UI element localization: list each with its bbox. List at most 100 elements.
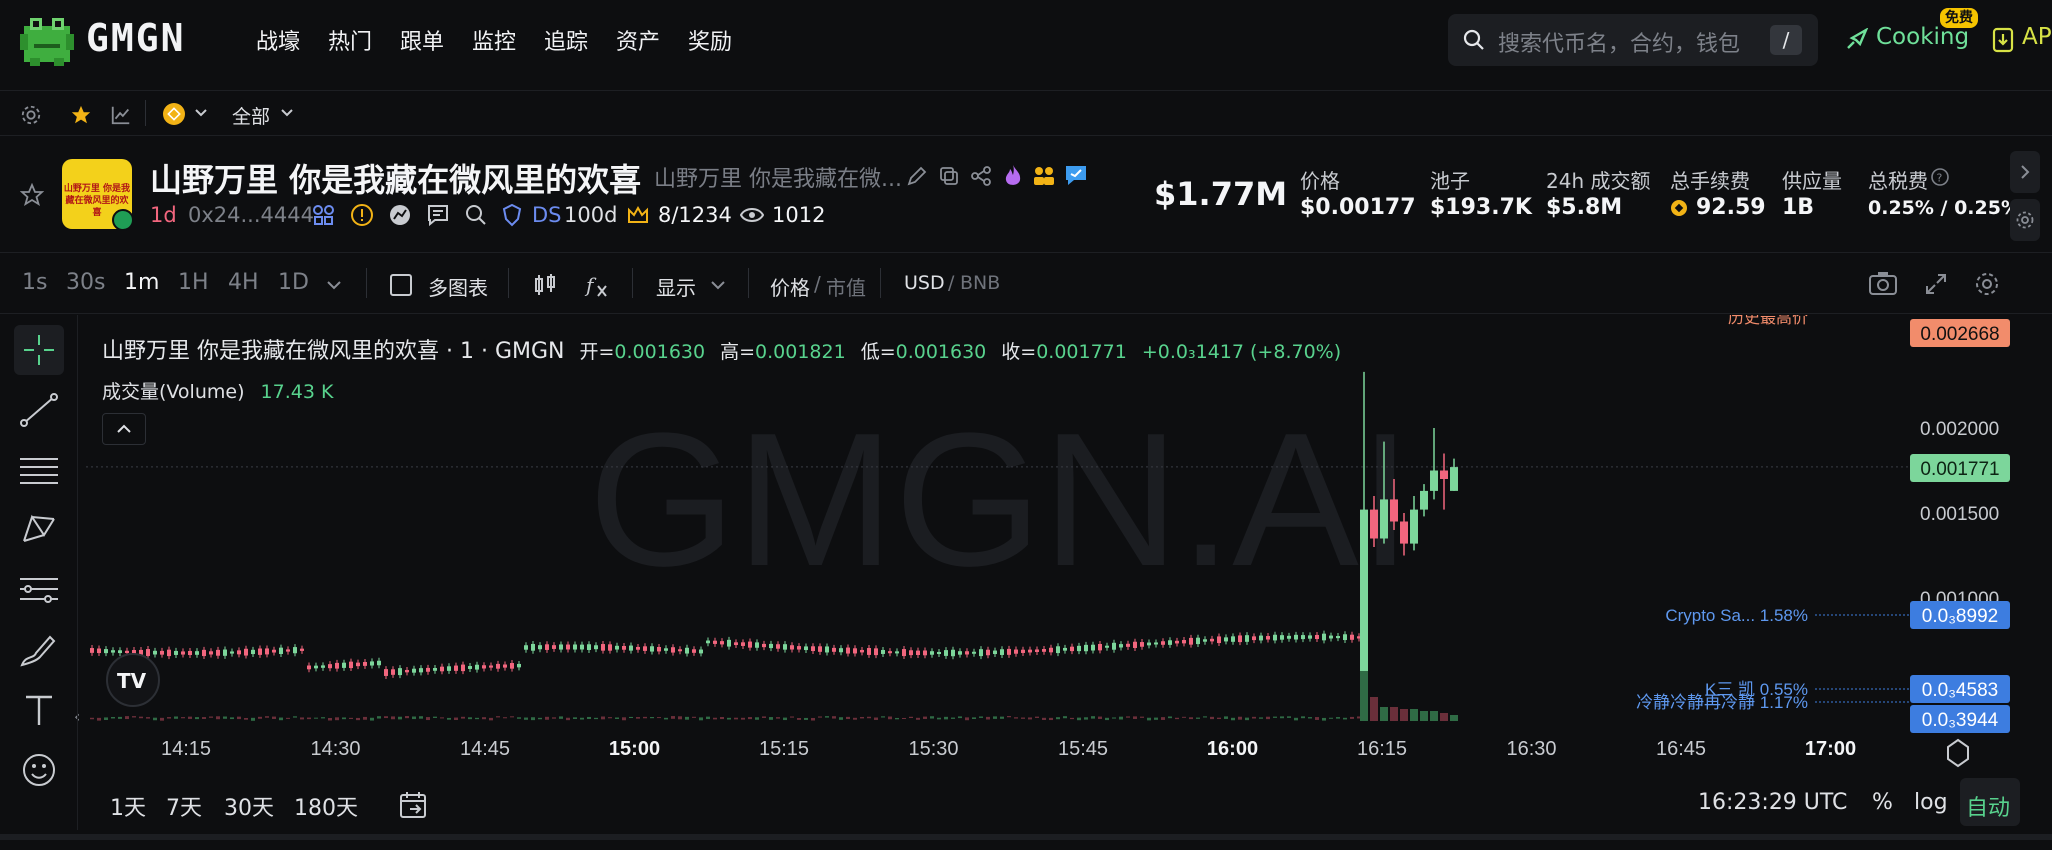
chart-trend-icon[interactable] [110,104,132,126]
volume-bar [1224,716,1228,719]
volume-bar [888,716,892,720]
stat-tax-label: 总税费 [1868,169,1928,193]
text-tool[interactable] [14,685,64,735]
expand-panel-button[interactable] [2010,151,2040,193]
fullscreen-icon[interactable] [1924,272,1948,296]
nav-trenches[interactable]: 战壕 [256,24,300,56]
price-chart[interactable]: GMGN.AI 0.002000 0.001500 0.001000 14:15 14… [0,315,2052,835]
chevron-down-icon[interactable] [710,280,726,292]
token-address[interactable]: 0x24...4444 [188,203,314,227]
bnb-coin-icon [1671,200,1687,216]
timeframe-4h[interactable]: 4H [228,270,259,295]
chart-settings-icon[interactable] [1974,271,2000,297]
pump-icon[interactable] [388,203,412,227]
bubble-map-icon[interactable] [312,203,336,227]
search-token-icon[interactable] [464,203,488,227]
filter-all-dropdown[interactable]: 全部 [232,102,270,129]
pattern-tool[interactable] [14,505,64,555]
volume-bar [1049,717,1053,721]
favorite-star-icon[interactable] [70,104,92,126]
camera-icon[interactable] [1868,270,1898,296]
tradingview-logo[interactable]: TV [106,653,160,707]
volume-bar [608,717,612,719]
nav-assets[interactable]: 资产 [616,24,660,56]
range-180d[interactable]: 180天 [294,790,358,822]
volume-bar [1140,716,1144,718]
panel-settings-button[interactable] [2010,199,2040,241]
x-tick-label: 14:15 [161,738,211,760]
stat-tax-value: 0.25% / 0.25% [1868,197,2020,219]
volume-bar [720,717,724,720]
log-toggle[interactable]: log [1914,790,1948,815]
volume-bar [1315,717,1319,720]
legend-open-label: 开= [579,341,615,363]
range-7d[interactable]: 7天 [166,790,202,822]
favorite-star-outline-icon[interactable] [20,183,44,207]
utc-clock[interactable]: 16:23:29 UTC [1698,790,1847,815]
volume-bar [1370,697,1378,721]
chevron-down-icon[interactable] [280,108,294,118]
search-input[interactable]: 搜索代币名，合约，钱包 [1498,26,1740,58]
message-list-icon[interactable] [426,203,450,227]
chevron-down-icon[interactable] [194,108,208,118]
nav-copytrade[interactable]: 跟单 [400,24,444,56]
warning-icon[interactable] [350,203,374,227]
volume-bar [1329,717,1333,719]
nav-monitor[interactable]: 监控 [472,24,516,56]
range-1d[interactable]: 1天 [110,790,146,822]
nav-trending[interactable]: 热门 [328,24,372,56]
range-30d[interactable]: 30天 [224,790,274,822]
multi-chart-checkbox[interactable] [390,274,412,296]
display-dropdown[interactable]: 显示 [656,272,696,301]
free-badge: 免费 [1940,8,1978,28]
timeframe-1s[interactable]: 1s [22,270,47,295]
timeframe-1m[interactable]: 1m [124,270,159,295]
percent-toggle[interactable]: % [1872,790,1893,815]
chevron-down-icon[interactable] [326,280,342,292]
scrollbar-track[interactable] [0,834,2052,840]
volume-bar [1056,717,1060,720]
fib-tool[interactable] [14,565,64,615]
volume-bar [1021,717,1025,719]
timeframe-30s[interactable]: 30s [66,270,105,295]
volume-bar [1450,715,1458,721]
logo-wordmark[interactable]: GMGN [86,16,186,60]
candles-type-icon[interactable] [532,272,558,298]
date-range-icon[interactable] [398,790,430,820]
collapse-legend-button[interactable] [102,413,146,445]
drawing-tools [0,315,78,835]
bnb-chain-icon[interactable] [162,102,186,126]
indicators-fx-icon[interactable]: f [584,272,612,298]
timeframe-1d[interactable]: 1D [278,270,309,295]
brush-tool[interactable] [14,625,64,675]
search-bar[interactable]: 搜索代币名，合约，钱包 / [1448,14,1818,66]
auto-scale-button[interactable]: 自动 [1960,778,2020,826]
axis-settings-icon[interactable] [1947,738,1969,768]
trendline-tool[interactable] [14,385,64,435]
edit-icon[interactable] [906,165,928,187]
volume-bar [244,717,248,720]
timeframe-1h[interactable]: 1H [178,270,209,295]
legend-high: 0.001821 [755,341,846,363]
volume-bar [650,717,654,719]
help-circle-icon[interactable]: ? [1930,167,1950,187]
chat-icon[interactable] [1064,163,1088,187]
multi-chart-label[interactable]: 多图表 [428,272,488,301]
horizontal-lines-tool[interactable] [14,445,64,495]
frog-logo-icon[interactable] [20,18,74,66]
volume-bar [769,717,773,720]
mcap-toggle[interactable]: 市值 [826,272,866,301]
crosshair-tool[interactable] [14,325,64,375]
app-download-button[interactable]: AP [2022,24,2052,50]
settings-gear-icon[interactable] [20,104,42,126]
horizontal-scrollbar[interactable] [0,830,2052,850]
bnb-toggle[interactable]: BNB [960,272,1000,294]
share-icon[interactable] [970,165,992,187]
nav-track[interactable]: 追踪 [544,24,588,56]
volume-bar [643,716,647,719]
usd-toggle[interactable]: USD [904,272,945,294]
dexscreener-icon[interactable] [500,203,524,227]
copy-icon[interactable] [938,165,960,187]
price-toggle[interactable]: 价格 [770,272,810,301]
nav-rewards[interactable]: 奖励 [688,24,732,56]
